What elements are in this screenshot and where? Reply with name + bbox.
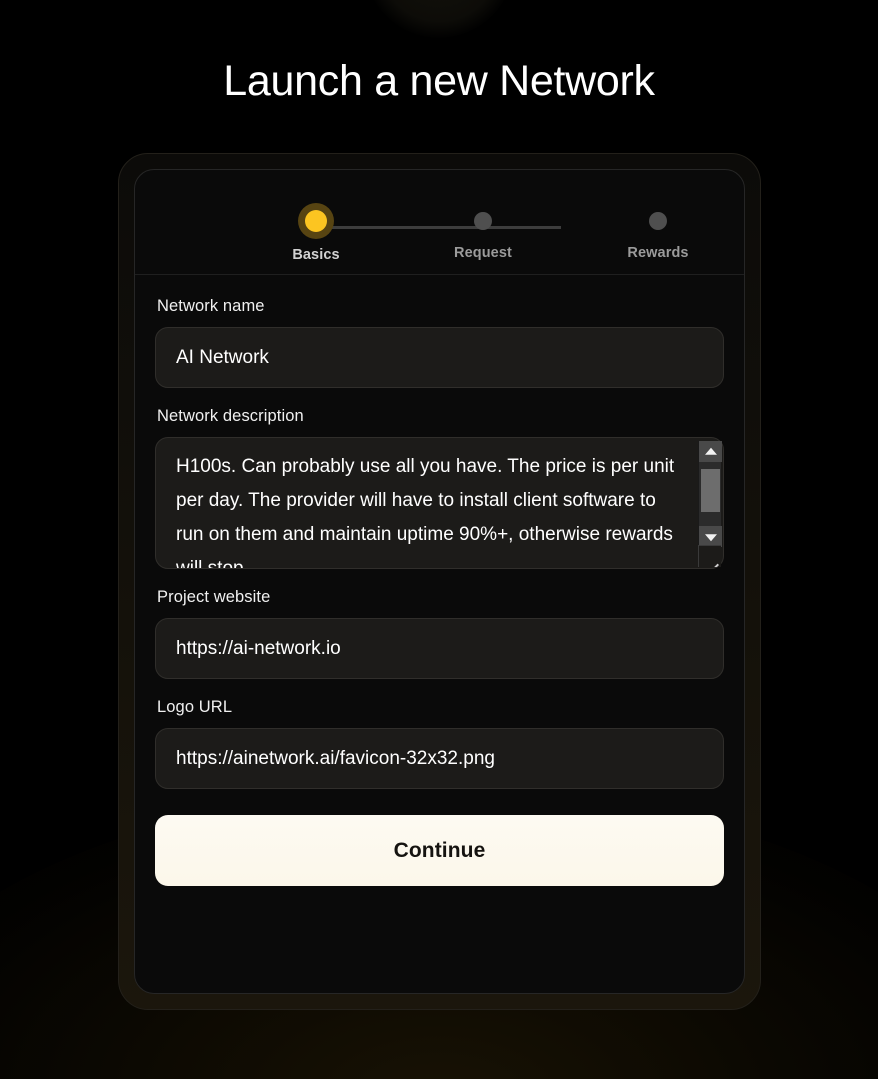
scroll-up-arrow-icon[interactable]: [699, 441, 722, 462]
wizard-form: Network name Network description H100s. …: [135, 275, 744, 886]
step-label-basics: Basics: [292, 247, 340, 263]
field-project-website: Project website: [155, 588, 724, 679]
label-network-name: Network name: [157, 297, 265, 315]
scroll-down-arrow-icon[interactable]: [699, 526, 722, 547]
wizard-outer-frame: Basics Request Rewards Review Network na…: [118, 153, 761, 1010]
stepper-step-request[interactable]: Request: [423, 208, 543, 261]
continue-button[interactable]: Continue: [155, 815, 724, 886]
logo-url-input[interactable]: [155, 728, 724, 789]
page-title: Launch a new Network: [223, 57, 655, 105]
stepper-step-rewards[interactable]: Rewards: [598, 208, 718, 261]
label-network-description: Network description: [157, 407, 304, 425]
network-description-wrapper: H100s. Can probably use all you have. Th…: [155, 437, 724, 569]
top-ambient-glow: [364, 0, 514, 38]
wizard-stepper: Basics Request Rewards Review: [135, 170, 744, 275]
network-description-textarea[interactable]: H100s. Can probably use all you have. Th…: [155, 437, 724, 569]
network-name-input[interactable]: [155, 327, 724, 388]
textarea-scrollbar[interactable]: [698, 441, 722, 547]
label-logo-url: Logo URL: [157, 698, 233, 716]
step-label-rewards: Rewards: [627, 245, 689, 261]
step-dot-rewards: [649, 212, 667, 230]
stepper-step-basics[interactable]: Basics: [256, 208, 376, 263]
field-logo-url: Logo URL: [155, 698, 724, 789]
wizard-card: Basics Request Rewards Review Network na…: [134, 169, 745, 994]
step-label-request: Request: [454, 245, 512, 261]
step-dot-request: [474, 212, 492, 230]
textarea-resize-handle-icon[interactable]: [698, 545, 721, 567]
label-project-website: Project website: [157, 588, 271, 606]
project-website-input[interactable]: [155, 618, 724, 679]
step-dot-basics: [305, 210, 327, 232]
field-network-name: Network name: [155, 297, 724, 388]
field-network-description: Network description H100s. Can probably …: [155, 407, 724, 569]
scrollbar-thumb[interactable]: [701, 469, 720, 512]
